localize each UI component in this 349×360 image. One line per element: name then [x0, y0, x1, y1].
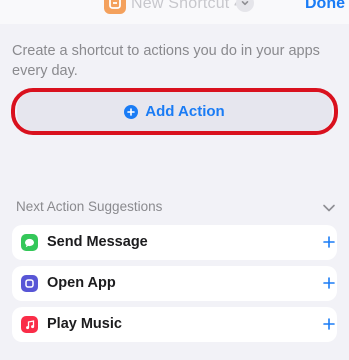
suggestion-label: Send Message	[47, 234, 148, 250]
suggestion-row-play-music[interactable]: Play Music	[12, 307, 337, 342]
shortcuts-icon[interactable]	[104, 0, 126, 14]
suggestion-label: Play Music	[47, 316, 122, 332]
title-menu-button[interactable]	[236, 0, 254, 12]
chevron-down-icon	[241, 0, 249, 6]
chevron-down-icon[interactable]	[322, 203, 336, 213]
messages-icon	[21, 234, 38, 251]
suggestion-label: Open App	[47, 275, 116, 291]
suggestion-row-send-message[interactable]: Send Message	[12, 225, 337, 260]
suggestions-heading: Next Action Suggestions	[16, 199, 163, 214]
shortcut-description: Create a shortcut to actions you do in y…	[12, 43, 320, 79]
plus-icon[interactable]	[323, 277, 335, 289]
shortcuts-glyph	[109, 0, 121, 9]
add-action-label: Add Action	[145, 103, 225, 120]
suggestion-row-open-app[interactable]: Open App	[12, 266, 337, 301]
done-button[interactable]: Done	[305, 0, 345, 13]
open-app-icon	[21, 275, 38, 292]
shortcut-title[interactable]: New Shortcut 4	[131, 0, 243, 13]
plus-icon[interactable]	[323, 318, 335, 330]
plus-circle-icon	[124, 104, 139, 119]
header-bar: New Shortcut 4 Done	[0, 0, 349, 24]
add-action-button[interactable]: Add Action	[17, 92, 332, 131]
plus-icon[interactable]	[323, 236, 335, 248]
music-icon	[21, 316, 38, 333]
